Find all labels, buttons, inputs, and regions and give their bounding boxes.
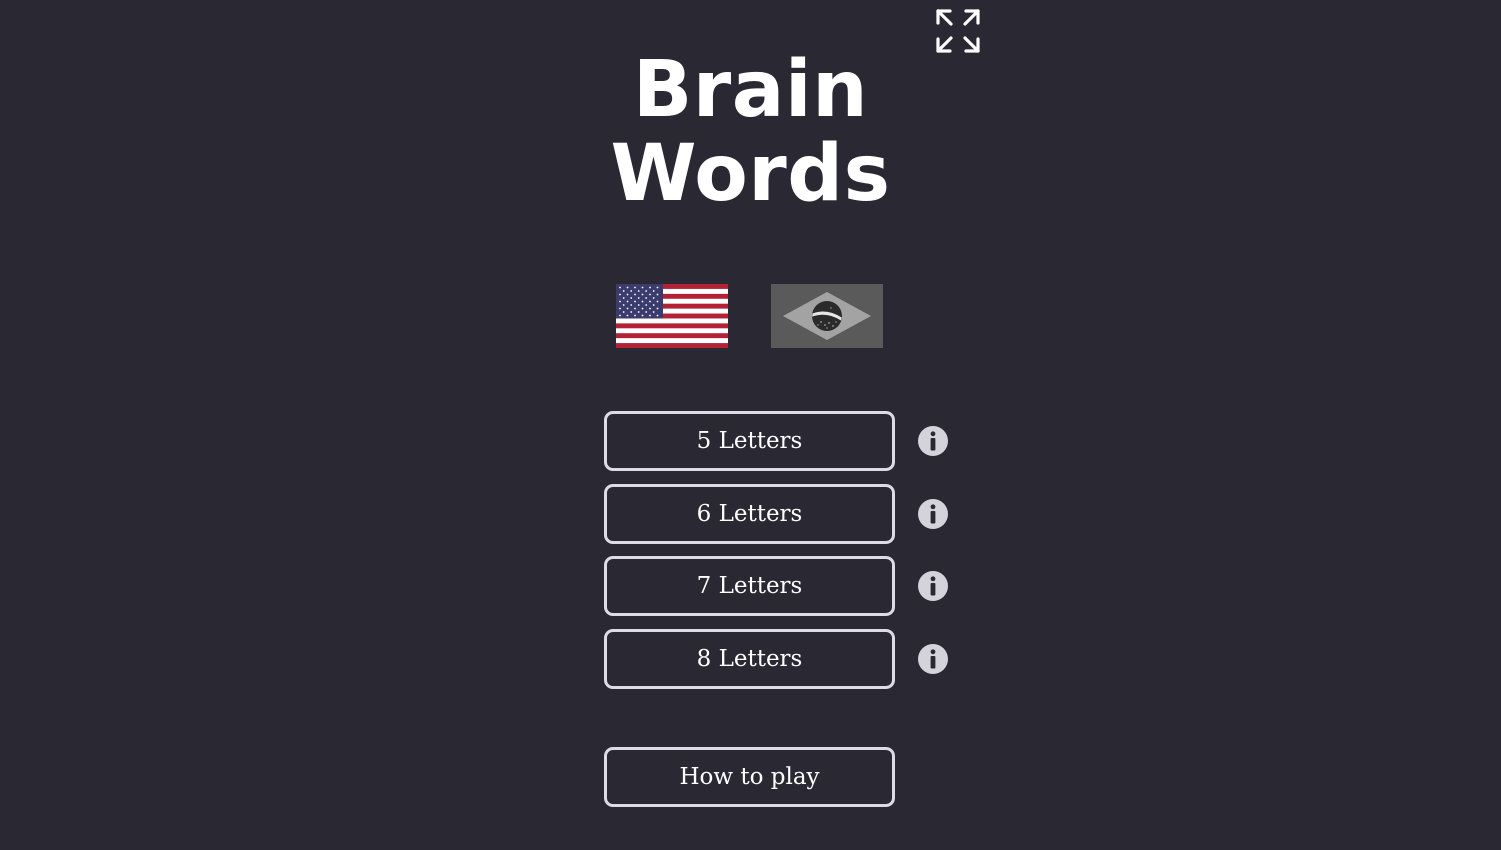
language-portuguese-button[interactable] [771,284,883,348]
eight-letters-button[interactable]: 8 Letters [604,629,895,689]
five-letters-label: 5 Letters [696,428,803,454]
title-line-2: Words [610,129,891,219]
six-letters-label: 6 Letters [696,501,803,527]
how-to-play-button[interactable]: How to play [604,747,895,807]
eight-letters-info-button[interactable] [917,643,949,675]
six-letters-button[interactable]: 6 Letters [604,484,895,544]
seven-letters-button[interactable]: 7 Letters [604,556,895,616]
language-english-button[interactable] [616,284,728,348]
info-icon [918,644,948,674]
seven-letters-info-button[interactable] [917,570,949,602]
seven-letters-label: 7 Letters [696,573,803,599]
info-icon [918,571,948,601]
six-letters-info-button[interactable] [917,498,949,530]
us-flag-icon [616,284,728,348]
brazil-flag-icon [771,284,883,348]
info-icon [918,426,948,456]
title-line-1: Brain [632,45,869,135]
five-letters-button[interactable]: 5 Letters [604,411,895,471]
info-icon [918,499,948,529]
how-to-play-label: How to play [679,764,820,790]
game-title: Brain Words [0,48,1501,216]
five-letters-info-button[interactable] [917,425,949,457]
eight-letters-label: 8 Letters [696,646,803,672]
